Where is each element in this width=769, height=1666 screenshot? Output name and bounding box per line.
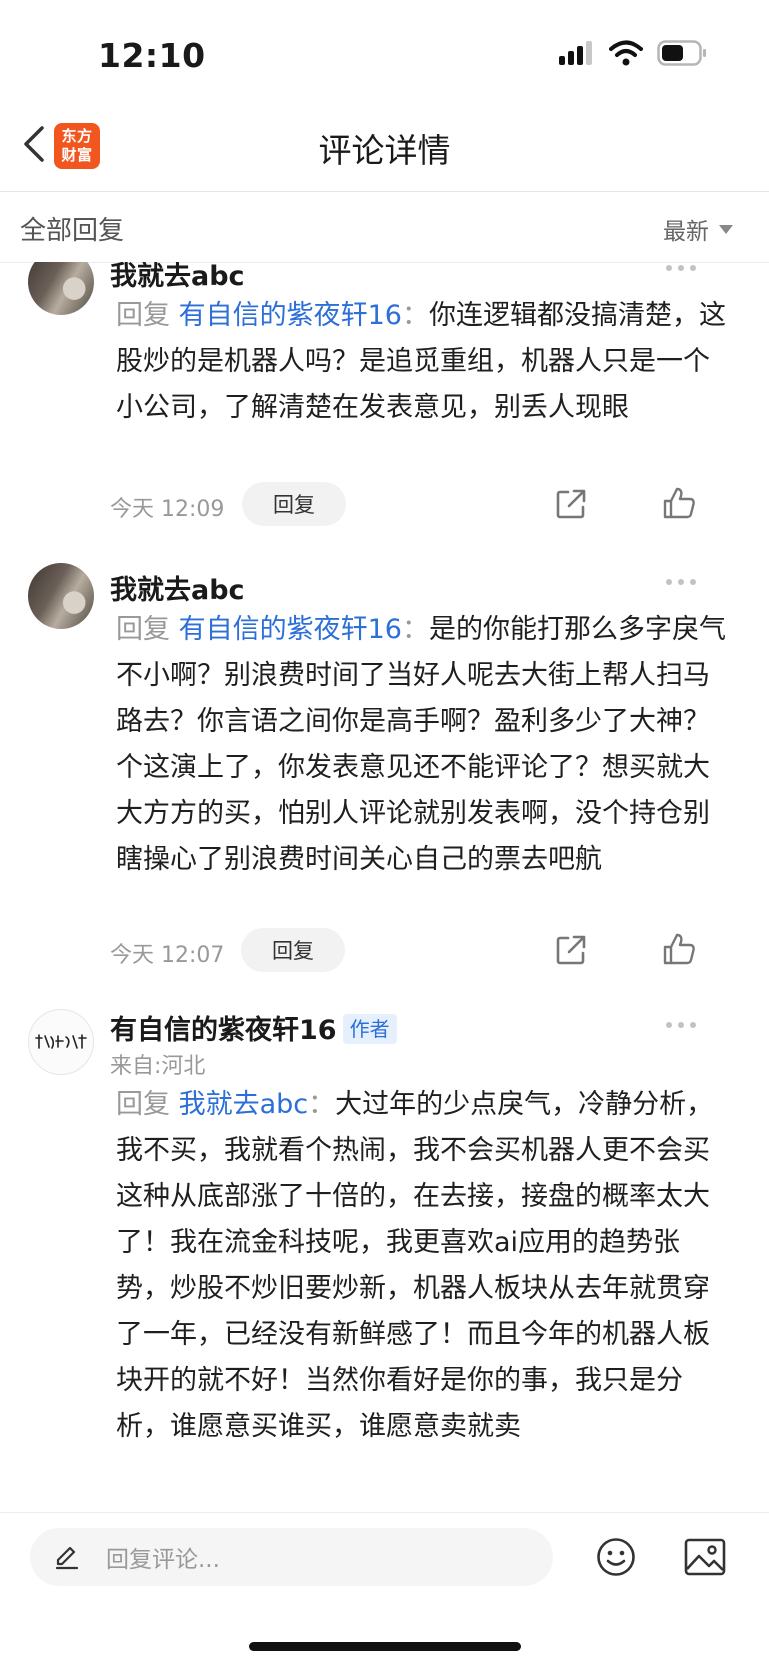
avatar[interactable]: [28, 1009, 94, 1075]
page-title: 评论详情: [318, 131, 451, 170]
location-label: 来自:河北: [110, 1054, 206, 1079]
reply-target-link[interactable]: 有自信的紫夜轩16: [179, 614, 402, 645]
comment-text: 大过年的少点戾气，冷静分析，我不买，我就看个热闹，我不会买机器人更不会买这种从底…: [116, 1089, 714, 1442]
comment-text: 是的你能打那么多字戾气不小啊？别浪费时间了当好人呢去大街上帮人扫马路去？你言语之…: [116, 614, 726, 875]
thumbs-up-icon[interactable]: [662, 932, 696, 966]
comment-list[interactable]: 我就去abc 回复 有自信的紫夜轩16：你连逻辑都没搞清楚，这股炒的是机器人吗？…: [0, 262, 769, 1512]
pencil-icon: [55, 1546, 79, 1570]
comment-body: 回复 我就去abc：大过年的少点戾气，冷静分析，我不买，我就看个热闹，我不会买机…: [116, 1082, 729, 1450]
reply-prefix: 回复: [116, 300, 170, 331]
all-replies-label: 全部回复: [20, 216, 125, 246]
calligraphy-avatar-icon: [35, 1034, 87, 1049]
image-icon[interactable]: [684, 1537, 726, 1577]
comment-body: 回复 有自信的紫夜轩16：你连逻辑都没搞清楚，这股炒的是机器人吗？是追觅重组，机…: [116, 293, 729, 431]
status-icons: [559, 40, 707, 66]
emoji-icon[interactable]: [596, 1537, 636, 1577]
cellular-signal-icon: [559, 41, 592, 65]
reply-target-link[interactable]: 有自信的紫夜轩16: [179, 300, 402, 331]
reply-button[interactable]: 回复: [242, 482, 346, 526]
reply-prefix: 回复: [116, 614, 170, 645]
comment-username[interactable]: 我就去abc: [110, 568, 245, 607]
author-name[interactable]: 有自信的紫夜轩16: [110, 1015, 337, 1046]
reply-comment-input[interactable]: 回复评论...: [30, 1528, 553, 1586]
more-options-icon[interactable]: [666, 265, 696, 273]
share-icon[interactable]: [554, 933, 588, 967]
thumbs-up-icon[interactable]: [662, 486, 696, 520]
sort-dropdown[interactable]: 最新: [663, 212, 733, 246]
battery-icon: [657, 40, 706, 66]
avatar[interactable]: [28, 563, 94, 629]
reply-colon: ：: [308, 1089, 336, 1120]
more-options-icon[interactable]: [666, 579, 696, 587]
comment-timestamp: 今天 12:09: [110, 497, 225, 522]
comment-username[interactable]: 有自信的紫夜轩16 作者: [110, 1008, 397, 1047]
status-time: 12:10: [98, 36, 206, 75]
reply-colon: ：: [401, 300, 429, 331]
comment-username[interactable]: 我就去abc: [110, 262, 245, 293]
home-indicator[interactable]: [249, 1642, 521, 1651]
caret-down-icon: [719, 224, 733, 234]
avatar[interactable]: [28, 262, 94, 315]
more-options-icon[interactable]: [666, 1022, 696, 1030]
reply-colon: ：: [401, 614, 429, 645]
reply-prefix: 回复: [116, 1089, 170, 1120]
sort-label: 最新: [663, 219, 709, 245]
comment-timestamp: 今天 12:07: [110, 943, 225, 968]
author-badge: 作者: [342, 1014, 397, 1044]
reply-button[interactable]: 回复: [241, 928, 345, 972]
reply-target-link[interactable]: 我就去abc: [179, 1089, 309, 1120]
share-icon[interactable]: [554, 487, 588, 521]
wifi-icon: [609, 40, 643, 66]
comment-body: 回复 有自信的紫夜轩16：是的你能打那么多字戾气不小啊？别浪费时间了当好人呢去大…: [116, 607, 729, 883]
input-placeholder: 回复评论...: [106, 1547, 220, 1573]
